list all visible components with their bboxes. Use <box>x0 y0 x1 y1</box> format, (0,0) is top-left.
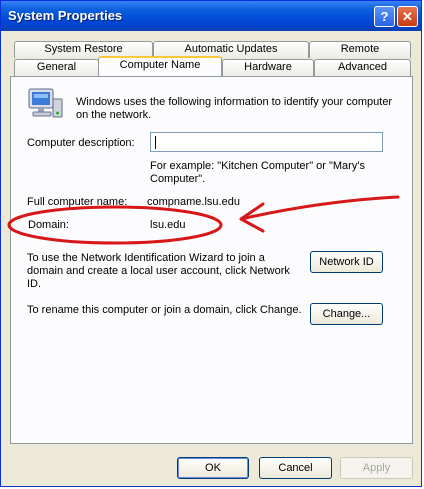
computer-icon <box>28 88 63 118</box>
network-wizard-text: To use the Network Identification Wizard… <box>27 252 290 290</box>
help-button[interactable]: ? <box>374 6 395 27</box>
tab-label: General <box>36 61 77 73</box>
computer-description-label: Computer description: <box>27 137 135 149</box>
domain-value: lsu.edu <box>150 219 186 231</box>
full-computer-name-label: Full computer name: <box>27 196 128 208</box>
tab-advanced[interactable]: Advanced <box>314 59 411 76</box>
tab-label: Hardware <box>244 61 292 73</box>
tab-label: Automatic Updates <box>184 43 278 55</box>
network-id-button[interactable]: Network ID <box>310 251 383 273</box>
title-bar[interactable]: System Properties ? ✕ <box>1 1 421 31</box>
system-properties-window: System Properties ? ✕ System Restore Aut… <box>0 0 422 487</box>
window-title: System Properties <box>8 8 123 23</box>
tab-label: Remote <box>340 43 380 55</box>
tab-general[interactable]: General <box>14 59 99 76</box>
close-button[interactable]: ✕ <box>397 6 418 27</box>
tab-computer-name[interactable]: Computer Name <box>98 56 222 76</box>
tab-label: System Restore <box>44 43 123 55</box>
help-icon: ? <box>380 9 389 24</box>
ok-button[interactable]: OK <box>177 457 249 479</box>
intro-text: Windows uses the following information t… <box>76 96 393 121</box>
tab-label: Advanced <box>338 61 387 73</box>
apply-button[interactable]: Apply <box>340 457 413 479</box>
cancel-button[interactable]: Cancel <box>259 457 332 479</box>
close-icon: ✕ <box>402 9 413 24</box>
description-example-text: For example: "Kitchen Computer" or "Mary… <box>150 160 365 185</box>
full-computer-name-value: compname.lsu.edu <box>147 196 240 208</box>
tab-hardware[interactable]: Hardware <box>222 59 314 76</box>
change-button[interactable]: Change... <box>310 303 383 325</box>
text-caret <box>155 136 156 149</box>
computer-description-input[interactable] <box>150 132 383 152</box>
tab-label: Computer Name <box>119 59 201 71</box>
tab-remote[interactable]: Remote <box>309 41 411 58</box>
domain-label: Domain: <box>28 219 69 231</box>
rename-text: To rename this computer or join a domain… <box>27 304 302 316</box>
